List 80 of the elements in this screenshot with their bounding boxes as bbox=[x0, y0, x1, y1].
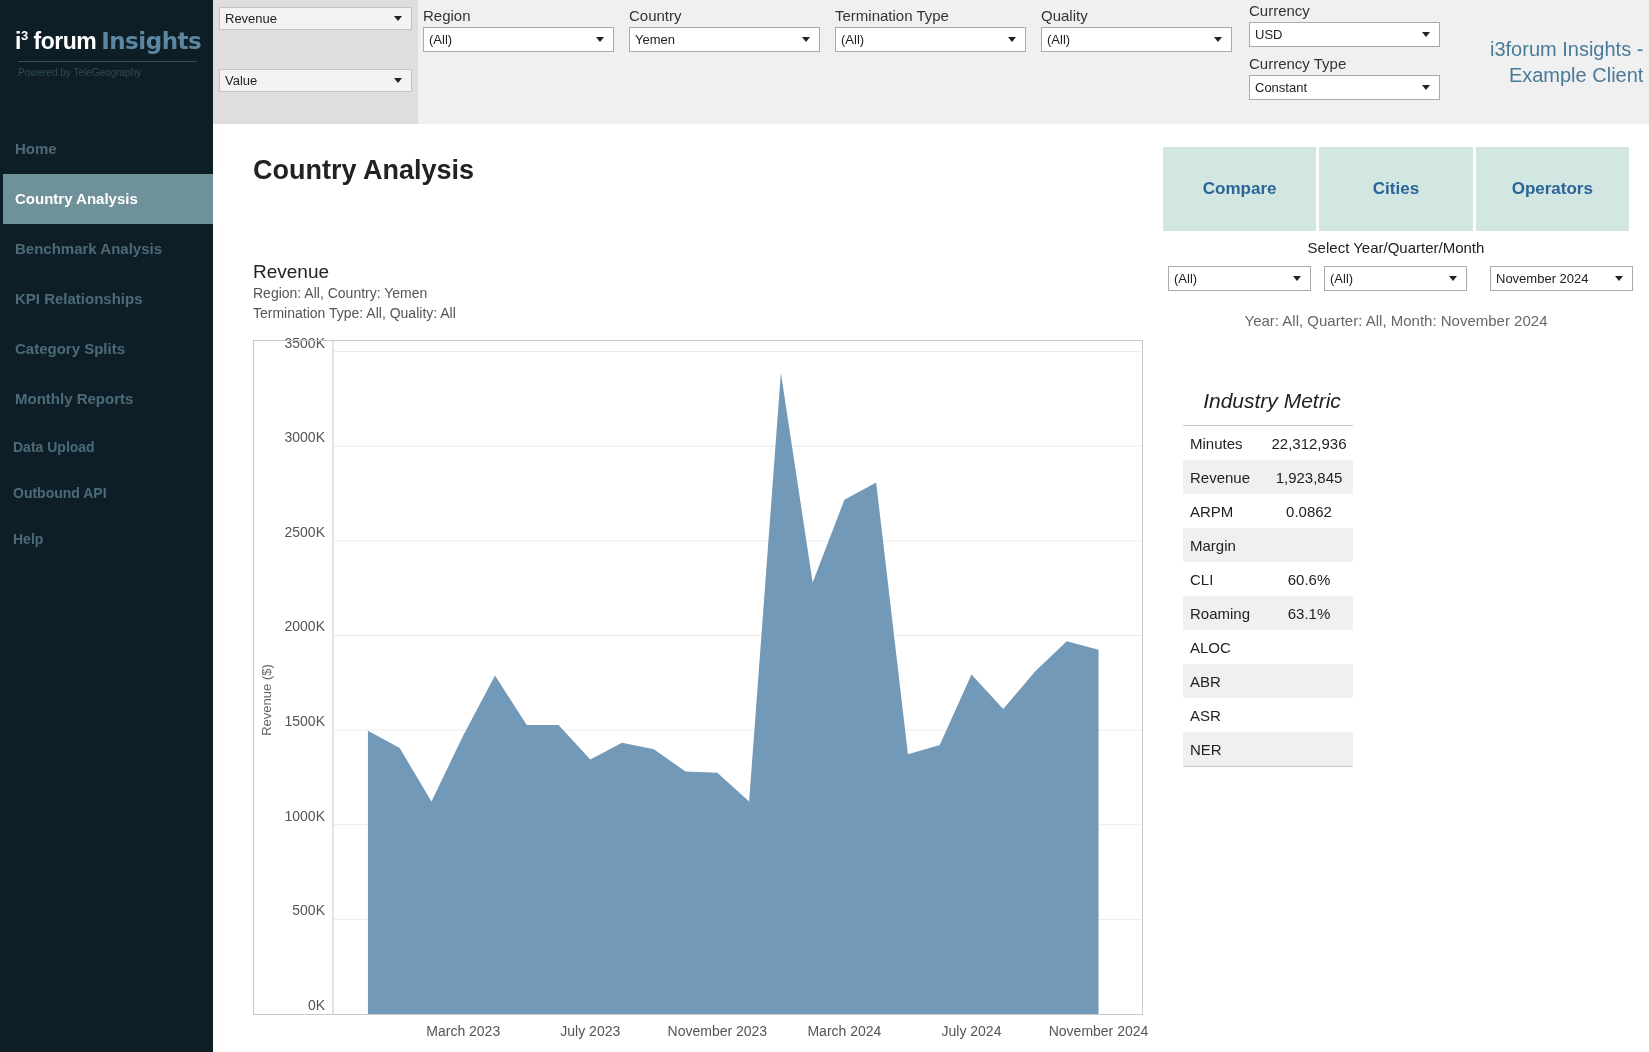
axis-label: 0K bbox=[307, 997, 325, 1013]
client-title: Example Client bbox=[1507, 63, 1644, 88]
dropdown[interactable]: Constant bbox=[1249, 75, 1440, 100]
logo-accent: Insights bbox=[101, 28, 202, 54]
sidebar-item[interactable]: Help bbox=[3, 516, 213, 562]
axis-label: 2500K bbox=[284, 523, 325, 540]
nav-button[interactable]: Cities bbox=[1319, 147, 1473, 231]
period-label: Select Year/Quarter/Month bbox=[1306, 239, 1486, 256]
axis-label: July 2023 bbox=[560, 1023, 621, 1039]
metric-name: CLI bbox=[1190, 570, 1215, 588]
filter-label: Country bbox=[629, 7, 683, 26]
chart-title: Revenue bbox=[253, 261, 331, 283]
metric-name: NER bbox=[1190, 740, 1223, 758]
sidebar-item[interactable]: Country Analysis bbox=[3, 174, 213, 224]
sidebar-item[interactable]: Benchmark Analysis bbox=[3, 224, 213, 274]
filter-label: Region bbox=[423, 7, 472, 26]
caret-icon bbox=[1293, 276, 1301, 281]
filter-label: Quality bbox=[1041, 7, 1089, 26]
nav-button[interactable]: Compare bbox=[1163, 147, 1317, 231]
axis-label: 1000K bbox=[284, 807, 325, 824]
chart-subtitle: Region: All, Country: Yemen bbox=[253, 284, 429, 303]
metric-value: 60.6% bbox=[1286, 570, 1332, 588]
filter-label: Currency Type bbox=[1249, 55, 1348, 74]
caret-icon bbox=[1422, 85, 1430, 90]
axis-label: July 2024 bbox=[941, 1023, 1002, 1039]
axis-label: March 2024 bbox=[807, 1023, 882, 1039]
axis-label: November 2023 bbox=[667, 1023, 768, 1039]
sidebar-item[interactable]: Data Upload bbox=[3, 424, 213, 470]
axis-label: 1500K bbox=[284, 713, 325, 730]
logo-wordmark: i$^{3}$ forum bbox=[15, 28, 97, 55]
axis-label: 2000K bbox=[284, 618, 325, 635]
chart-subtitle: Termination Type: All, Quality: All bbox=[253, 304, 457, 323]
metric-name: Margin bbox=[1190, 536, 1237, 554]
metric-value: 1,923,845 bbox=[1274, 468, 1344, 486]
caret-icon bbox=[1615, 276, 1623, 281]
caret-icon bbox=[596, 37, 604, 42]
metric-name: Revenue bbox=[1190, 468, 1252, 486]
metrics-title: Industry Metric bbox=[1202, 389, 1342, 414]
sidebar-item[interactable]: Category Splits bbox=[3, 324, 213, 374]
metric-value: 0.0862 bbox=[1285, 502, 1333, 520]
dropdown[interactable]: (All) bbox=[1041, 27, 1232, 52]
caret-icon bbox=[1214, 37, 1222, 42]
dropdown[interactable]: Revenue bbox=[219, 7, 412, 30]
caret-icon bbox=[1008, 37, 1016, 42]
dropdown[interactable]: (All) bbox=[1168, 266, 1311, 291]
filter-label: Currency bbox=[1249, 2, 1311, 21]
dropdown[interactable]: November 2024 bbox=[1490, 266, 1633, 291]
caret-icon bbox=[1422, 32, 1430, 37]
period-summary: Year: All, Quarter: All, Month: November 2024 bbox=[1243, 312, 1549, 329]
sidebar-item[interactable]: Monthly Reports bbox=[3, 374, 213, 424]
filter-label: Termination Type bbox=[835, 7, 950, 26]
caret-icon bbox=[802, 37, 810, 42]
metric-value: 22,312,936 bbox=[1270, 434, 1348, 452]
dropdown[interactable]: (All) bbox=[423, 27, 614, 52]
dropdown[interactable]: USD bbox=[1249, 22, 1440, 47]
sidebar-item[interactable]: KPI Relationships bbox=[3, 274, 213, 324]
metric-name: ALOC bbox=[1190, 638, 1232, 656]
dropdown[interactable]: (All) bbox=[1324, 266, 1467, 291]
metric-value: 63.1% bbox=[1286, 604, 1332, 622]
metric-name: ARPM bbox=[1190, 502, 1235, 520]
axis-label: 500K bbox=[292, 902, 325, 919]
axis-label: 3000K bbox=[284, 429, 325, 446]
sidebar-item[interactable]: Outbound API bbox=[3, 470, 213, 516]
caret-icon bbox=[394, 16, 402, 21]
dropdown[interactable]: Yemen bbox=[629, 27, 820, 52]
dropdown[interactable]: (All) bbox=[835, 27, 1026, 52]
page-title: Country Analysis bbox=[253, 155, 476, 187]
axis-title: Revenue ($) bbox=[259, 664, 274, 736]
sidebar-item[interactable]: Home bbox=[3, 124, 213, 174]
metric-name: ASR bbox=[1190, 706, 1222, 724]
nav-button[interactable]: Operators bbox=[1475, 147, 1629, 231]
dropdown[interactable]: Value bbox=[219, 69, 412, 92]
caret-icon bbox=[394, 78, 402, 83]
caret-icon bbox=[1449, 276, 1457, 281]
axis-label: March 2023 bbox=[426, 1023, 501, 1039]
axis-label: November 2024 bbox=[1048, 1023, 1149, 1039]
metric-name: ABR bbox=[1190, 672, 1222, 690]
metric-name: Minutes bbox=[1190, 434, 1244, 452]
client-title: i3forum Insights - bbox=[1490, 37, 1644, 62]
metric-name: Roaming bbox=[1190, 604, 1252, 622]
